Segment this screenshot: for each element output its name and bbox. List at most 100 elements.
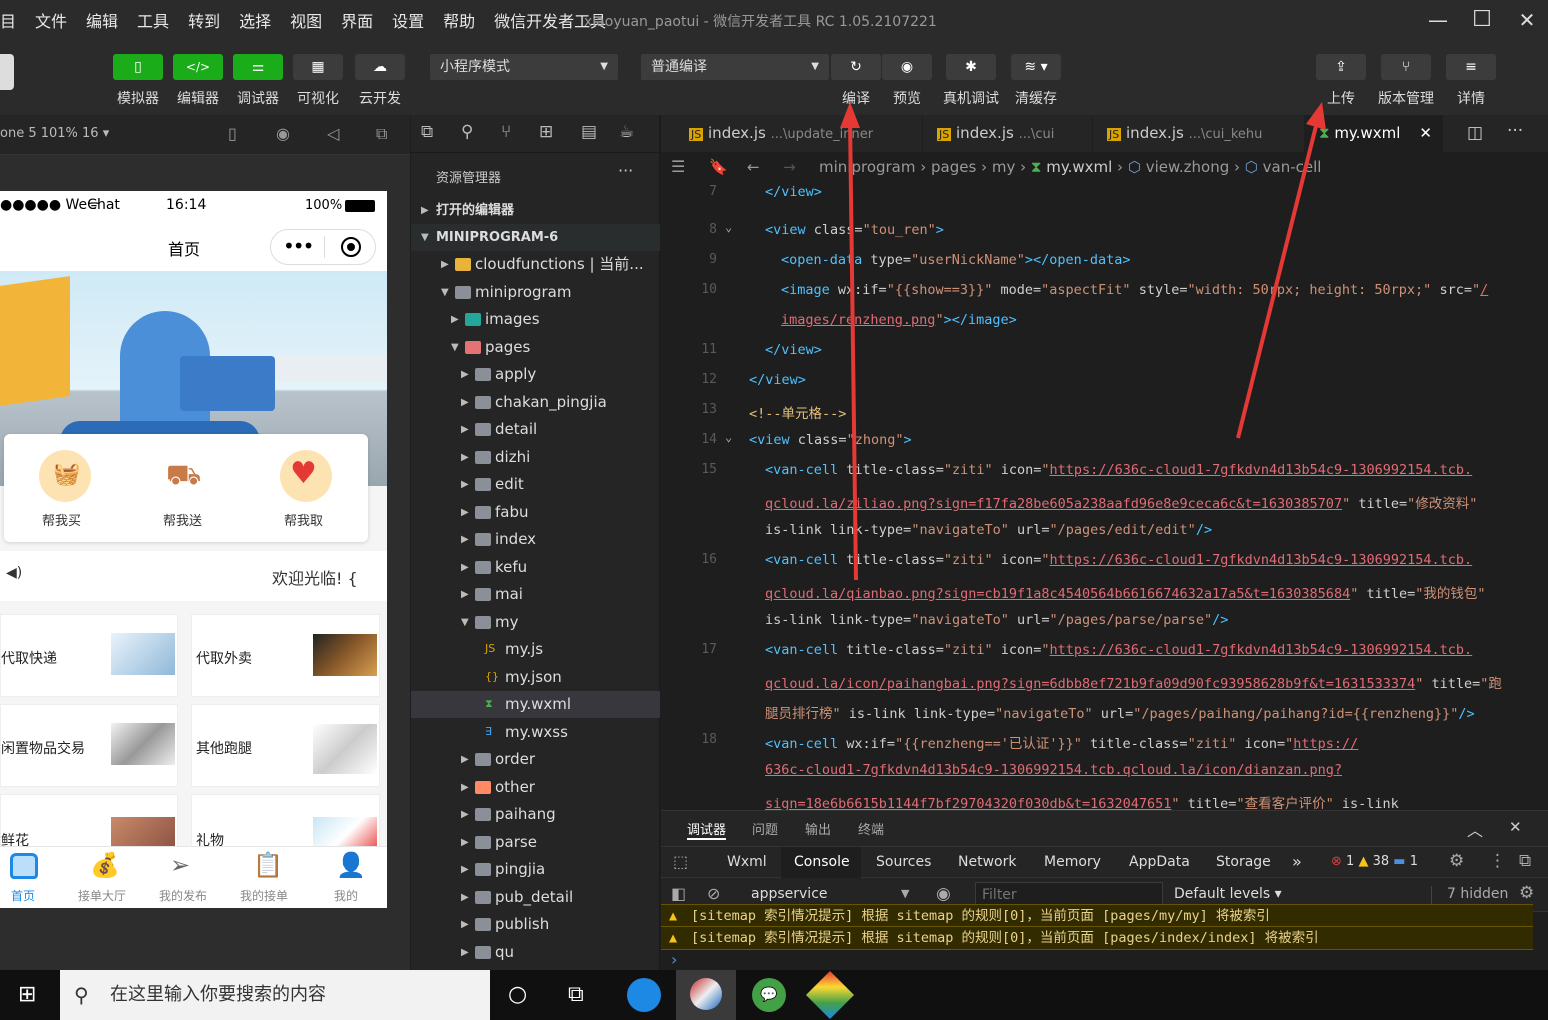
tab-index-js[interactable]: JS index.js ...\cui [923, 115, 1093, 152]
editor-button[interactable]: </> [173, 54, 223, 80]
breadcrumb-item[interactable]: miniprogram › pages › my › ⧗ my.wxml › ⬡… [819, 152, 1321, 182]
maximize-button[interactable]: ☐ [1468, 6, 1496, 34]
gear-icon[interactable]: ⚙ [1449, 851, 1464, 871]
tree-item[interactable]: ▶ images [411, 306, 660, 333]
tree-item[interactable]: ▶ dizhi [411, 444, 660, 471]
tree-item[interactable]: ⧗ my.wxml [411, 691, 660, 718]
chevron-right-icon[interactable]: ▶ [461, 911, 469, 938]
chevron-right-icon[interactable]: ▶ [451, 306, 459, 333]
menu-item[interactable]: 选择 [239, 8, 271, 32]
chevron-right-icon[interactable]: ▶ [461, 774, 469, 801]
source-control-icon[interactable]: ⑂ [501, 122, 511, 142]
fold-icon[interactable]: ⌄ [725, 220, 732, 234]
version-button[interactable]: ⑂ [1381, 54, 1431, 80]
tree-item[interactable]: ∃ my.wxss [411, 719, 660, 746]
menu-item[interactable]: 工具 [137, 8, 169, 32]
extensions-icon[interactable]: ⊞ [539, 122, 553, 142]
chevron-right-icon[interactable]: ▶ [461, 939, 469, 966]
devtab-sources[interactable]: Sources [876, 854, 931, 870]
grid-card[interactable]: 其他跑腿 [191, 704, 380, 787]
details-button[interactable]: ≡ [1446, 54, 1496, 80]
taskbar-search[interactable]: ⚲ 在这里输入你要搜索的内容 [60, 970, 490, 1020]
panel-tab-terminal[interactable]: 终端 [858, 819, 884, 838]
compile-button[interactable]: ↻ [831, 54, 881, 80]
preview-button[interactable]: ◉ [882, 54, 932, 80]
popout-icon[interactable]: ⧉ [376, 124, 387, 144]
grid-card[interactable]: 闲置物品交易 [0, 704, 178, 787]
cortana-icon[interactable]: ○ [508, 982, 527, 1007]
basket-icon[interactable]: 🧺 [39, 450, 91, 502]
tree-item[interactable]: ▶ cloudfunctions | 当前... [411, 251, 660, 278]
chevron-right-icon[interactable]: ▶ [461, 581, 469, 608]
tree-item[interactable]: ▶ index [411, 526, 660, 553]
chevron-down-icon[interactable]: ▼ [461, 609, 469, 636]
gear-icon[interactable]: ⚙ [1519, 883, 1534, 903]
menu-item[interactable]: 转到 [188, 8, 220, 32]
chevron-right-icon[interactable]: ▶ [461, 554, 469, 581]
tree-item[interactable]: ▶ detail [411, 416, 660, 443]
menu-item[interactable]: 目 [0, 8, 16, 32]
visual-button[interactable]: ▦ [293, 54, 343, 80]
clear-cache-button[interactable]: ≋ ▾ [1011, 54, 1061, 80]
tree-item[interactable]: ▶ pub_detail [411, 884, 660, 911]
back-icon[interactable]: ← [747, 152, 760, 182]
more-tabs-button[interactable]: » [1292, 852, 1302, 871]
tree-item[interactable]: ▼ my [411, 609, 660, 636]
kebab-icon[interactable]: ⋮ [1489, 851, 1506, 871]
service-label[interactable]: 帮我取 [284, 510, 323, 529]
devtab-memory[interactable]: Memory [1044, 854, 1101, 870]
chevron-right-icon[interactable]: ▶ [461, 361, 469, 388]
task-view-icon[interactable]: ⧉ [568, 982, 584, 1007]
service-label[interactable]: 帮我买 [42, 510, 81, 529]
tree-item[interactable]: ▼ pages [411, 334, 660, 361]
dock-icon[interactable]: ⧉ [1519, 851, 1531, 871]
capsule-button[interactable]: ••• [270, 229, 376, 265]
grid-card[interactable]: 鲜花 [0, 794, 178, 855]
device-select[interactable]: one 5 101% 16 ▾ [0, 126, 109, 141]
tab-home[interactable]: 首页 [0, 847, 48, 908]
database-icon[interactable]: ▤ [581, 122, 597, 142]
app-icon[interactable] [805, 970, 855, 1020]
list-icon[interactable]: ☰ [671, 152, 685, 182]
chevron-right-icon[interactable]: ▶ [461, 829, 469, 856]
debugger-button[interactable]: ⚌ [233, 54, 283, 80]
tab-my-wxml[interactable]: ⧗ my.wxml ✕ [1305, 115, 1443, 152]
tree-item[interactable]: ▶ pingjia [411, 856, 660, 883]
chevron-right-icon[interactable]: ▶ [461, 389, 469, 416]
tree-item[interactable]: ▶ edit [411, 471, 660, 498]
chevron-up-icon[interactable]: ︿ [1467, 817, 1483, 841]
real-debug-button[interactable]: ✱ [946, 54, 996, 80]
compile-select[interactable]: 普通编译 ▼ [641, 54, 829, 80]
minimize-button[interactable]: — [1424, 6, 1452, 34]
chevron-right-icon[interactable]: ▶ [441, 251, 449, 278]
devtab-wxml[interactable]: Wxml [727, 854, 767, 870]
sidebar-toggle-icon[interactable]: ◧ [671, 884, 686, 903]
record-icon[interactable]: ◉ [276, 124, 290, 143]
chevron-right-icon[interactable]: ▶ [461, 801, 469, 828]
clear-console-icon[interactable]: ⊘ [707, 884, 720, 903]
inspect-icon[interactable]: ⬚ [673, 852, 688, 871]
split-editor-icon[interactable]: ◫ [1467, 123, 1483, 143]
forward-icon[interactable]: → [783, 152, 796, 182]
chevron-right-icon[interactable]: ▶ [461, 746, 469, 773]
code-editor[interactable]: 7 </view> 8 ⌄ <view class="tou_ren"> 9 <open-d… [661, 182, 1548, 810]
mode-select[interactable]: 小程序模式 ▼ [430, 54, 618, 80]
files-icon[interactable]: ⧉ [421, 122, 433, 142]
tree-item[interactable]: ▶ fabu [411, 499, 660, 526]
chevron-right-icon[interactable]: ▶ [461, 884, 469, 911]
service-label[interactable]: 帮我送 [163, 510, 202, 529]
cart-icon[interactable]: ⛟ [160, 450, 212, 502]
panel-tab-problems[interactable]: 问题 [752, 819, 778, 838]
fold-icon[interactable]: ⌄ [725, 430, 732, 444]
open-editors-section[interactable]: ▶ 打开的编辑器 [411, 197, 660, 224]
exit-miniprogram-icon[interactable] [341, 237, 361, 257]
tab-index-js[interactable]: JS index.js ...\update_inner [675, 115, 923, 152]
project-section[interactable]: ▼ MINIPROGRAM-6 [411, 224, 660, 251]
browser-icon[interactable] [627, 978, 661, 1012]
wechat-icon[interactable]: 💬 [752, 978, 786, 1012]
windows-start-icon[interactable]: ⊞ [18, 982, 36, 1007]
tree-item[interactable]: ▶ mai [411, 581, 660, 608]
tab-my-publish[interactable]: ➢ 我的发布 [156, 847, 212, 908]
heart-icon[interactable]: ♥ [280, 450, 332, 502]
phone-icon[interactable]: ▯ [228, 124, 237, 143]
